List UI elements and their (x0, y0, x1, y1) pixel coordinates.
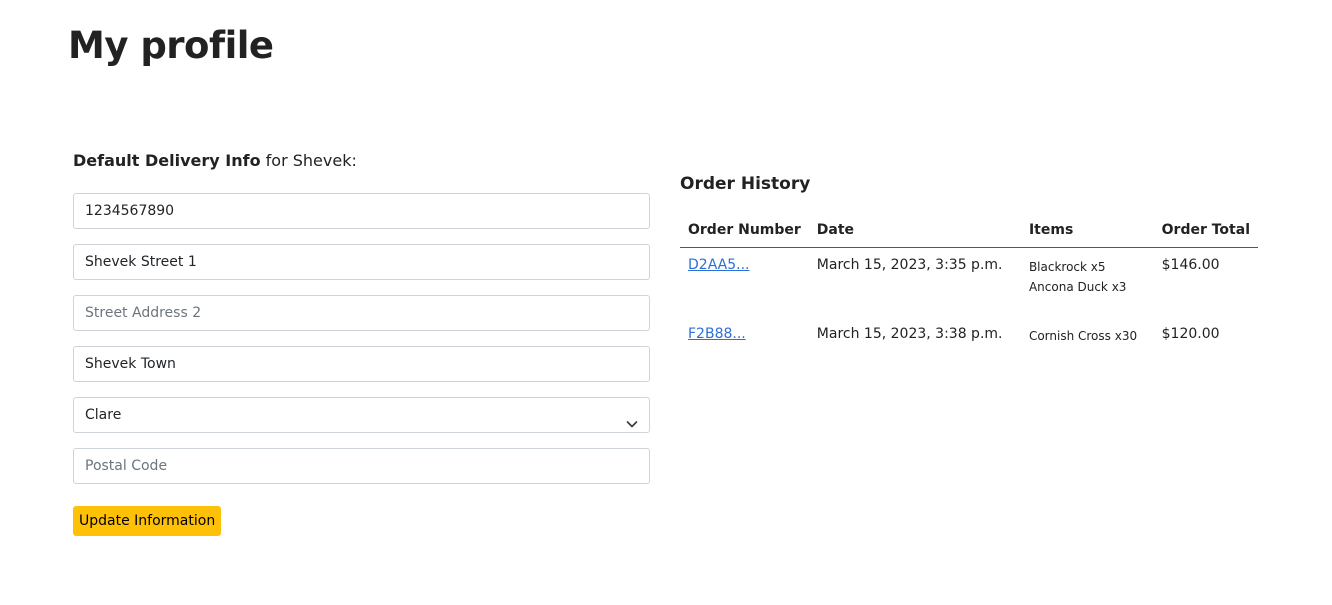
column-header-order-total: Order Total (1153, 216, 1258, 248)
chevron-down-icon (626, 409, 638, 428)
order-history-section: Order History Order Number Date Items Or… (680, 172, 1258, 386)
street-address-1-field[interactable] (73, 244, 650, 280)
column-header-items: Items (1020, 216, 1154, 248)
table-row: D2AA5... March 15, 2023, 3:35 p.m. Black… (680, 248, 1258, 318)
street-address-2-field[interactable] (73, 295, 650, 331)
order-items: Cornish Cross x30 (1021, 317, 1154, 386)
order-number-link[interactable]: F2B88... (688, 326, 746, 342)
order-history-heading: Order History (680, 174, 811, 194)
table-row: F2B88... March 15, 2023, 3:38 p.m. Corni… (680, 317, 1258, 386)
delivery-info-heading: Default Delivery Info for Shevek: (73, 150, 650, 172)
order-total: $120.00 (1161, 326, 1220, 342)
order-item: Blackrock x5 (1028, 260, 1106, 274)
town-field[interactable] (73, 346, 650, 382)
order-date: March 15, 2023, 3:38 p.m. (816, 326, 1003, 342)
delivery-info-heading-bold: Default Delivery Info (73, 151, 261, 170)
order-history-table: Order Number Date Items Order Total D2AA… (680, 216, 1258, 386)
order-items: Blackrock x5 Ancona Duck x3 (1021, 248, 1154, 318)
phone-number-field[interactable] (73, 193, 650, 229)
order-item: Ancona Duck x3 (1028, 280, 1127, 294)
county-select[interactable]: Clare (73, 397, 650, 433)
order-date: March 15, 2023, 3:35 p.m. (816, 257, 1003, 273)
county-select-value: Clare (85, 407, 122, 423)
update-information-button[interactable]: Update Information (73, 506, 222, 536)
column-header-date: Date (808, 216, 1021, 248)
postal-code-field[interactable] (73, 448, 650, 484)
page-title: My profile (68, 24, 274, 67)
order-item: Cornish Cross x30 (1028, 329, 1138, 343)
delivery-info-heading-user: for Shevek: (260, 151, 357, 170)
order-number-link[interactable]: D2AA5... (688, 257, 750, 273)
table-header-row: Order Number Date Items Order Total (680, 216, 1258, 248)
order-total: $146.00 (1161, 257, 1220, 273)
column-header-order-number: Order Number (680, 216, 809, 248)
delivery-info-form: Default Delivery Info for Shevek: Clare … (73, 150, 650, 536)
